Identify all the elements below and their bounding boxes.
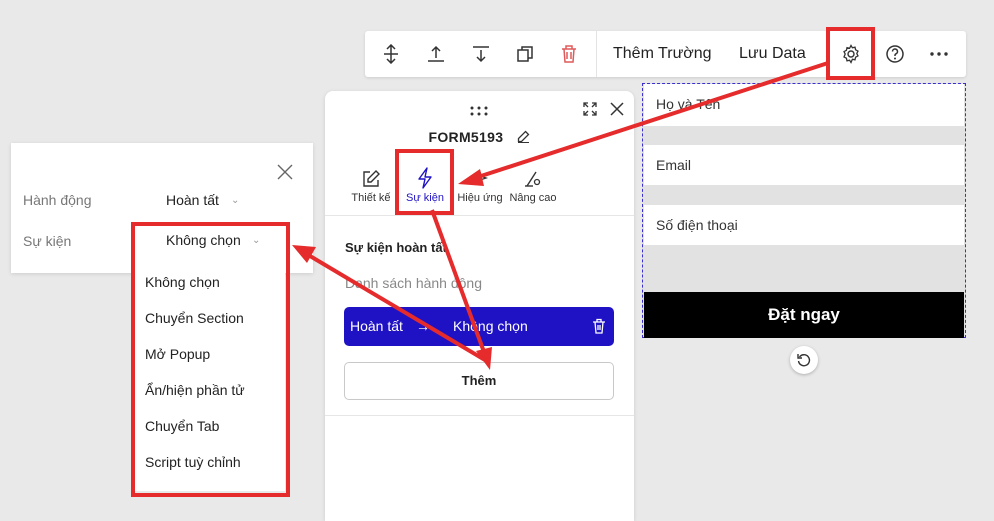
- email-field[interactable]: Email: [644, 145, 964, 185]
- form-settings-panel: FORM5193 Thiết kế Sự kiện Hiệu ứng Nâng …: [325, 91, 634, 521]
- phone-field[interactable]: Số điện thoại: [644, 205, 964, 245]
- section-title: Sự kiện hoàn tất: [345, 240, 447, 255]
- action-select[interactable]: Hoàn tất: [166, 192, 219, 208]
- tab-effects-label: Hiệu ứng: [457, 192, 503, 204]
- gear-highlight-box: [826, 27, 875, 80]
- tab-advanced-label: Nâng cao: [509, 192, 557, 204]
- action-trigger: Hoàn tất: [350, 318, 403, 334]
- move-down-icon[interactable]: [459, 31, 503, 77]
- drag-handle-icon[interactable]: [469, 103, 489, 121]
- help-icon[interactable]: [873, 31, 917, 77]
- add-field-button[interactable]: Thêm Trường: [613, 31, 712, 77]
- action-row[interactable]: Hoàn tất → Không chọn: [344, 307, 614, 346]
- add-action-button[interactable]: Thêm: [344, 362, 614, 400]
- canvas-form[interactable]: Họ và Tên Email Số điện thoại Đặt ngay: [642, 83, 966, 338]
- submit-button[interactable]: Đặt ngay: [644, 292, 964, 338]
- action-label: Hành động: [23, 192, 92, 208]
- advanced-settings-icon: [525, 171, 541, 187]
- action-value: Không chọn: [453, 318, 528, 334]
- tab-design[interactable]: Thiết kế: [347, 163, 395, 204]
- edit-icon: [363, 170, 380, 187]
- action-chevron-down-icon: ⌄: [231, 195, 240, 206]
- action-arrow: →: [416, 318, 430, 334]
- section-subtitle: Danh sách hành động: [345, 275, 482, 291]
- form-name: FORM5193: [428, 129, 504, 145]
- toolbar-divider: [596, 31, 597, 77]
- delete-action-icon[interactable]: [592, 318, 606, 337]
- element-toolbar: Thêm Trường Lưu Data: [365, 31, 966, 77]
- tab-advanced[interactable]: Nâng cao: [508, 163, 558, 204]
- expand-icon[interactable]: [583, 102, 597, 121]
- move-up-icon[interactable]: [414, 31, 458, 77]
- name-field[interactable]: Họ và Tên: [644, 84, 964, 126]
- rename-icon[interactable]: [517, 130, 530, 146]
- rotate-icon[interactable]: [790, 346, 818, 374]
- panel-title: FORM5193: [325, 129, 634, 146]
- save-data-button[interactable]: Lưu Data: [739, 31, 806, 77]
- tab-design-label: Thiết kế: [351, 192, 391, 204]
- close-popup-icon[interactable]: [277, 164, 293, 185]
- duplicate-icon[interactable]: [503, 31, 547, 77]
- resize-vertical-icon[interactable]: [369, 31, 413, 77]
- events-tab-highlight-box: [395, 149, 454, 215]
- close-panel-icon[interactable]: [609, 101, 625, 122]
- more-icon[interactable]: [917, 31, 961, 77]
- tabs-divider: [325, 215, 634, 216]
- event-label: Sự kiện: [23, 233, 72, 249]
- delete-icon[interactable]: [547, 31, 591, 77]
- section-divider: [325, 415, 634, 416]
- tab-effects[interactable]: Hiệu ứng: [455, 163, 505, 204]
- sparkle-icon: [471, 169, 489, 187]
- dropdown-highlight-box: [131, 222, 290, 497]
